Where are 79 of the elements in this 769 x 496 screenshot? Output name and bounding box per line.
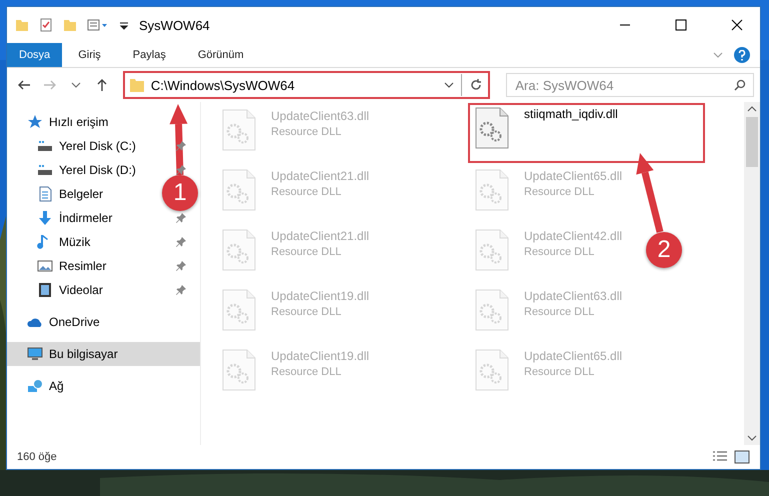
file-gear-icon [474,169,510,211]
file-name: UpdateClient21.dll [271,169,370,183]
file-type: Resource DLL [524,306,596,318]
scroll-down-icon[interactable] [747,434,757,442]
ribbon-tab[interactable]: Dosya [7,43,62,67]
download-icon [37,210,53,226]
sidebar-item[interactable]: Hızlı erişim [7,110,200,134]
pin-icon [176,165,186,175]
file-gear-icon [221,289,257,331]
pin-icon [176,237,186,247]
file-name: UpdateClient42.dll [524,229,622,243]
file-type: Resource DLL [271,126,342,138]
videos-icon [37,282,53,298]
file-gear-icon [474,349,510,391]
file-gear-icon [221,229,257,271]
pictures-icon [37,258,53,274]
sidebar-item[interactable]: Videolar [7,278,200,302]
file-gear-icon [474,289,510,331]
item-count: 160 öğe [17,451,57,463]
scroll-thumb[interactable] [746,117,758,167]
star-icon [27,114,43,130]
file-type: Resource DLL [524,186,596,198]
file-gear-icon [221,109,257,151]
scrollbar[interactable] [744,102,760,445]
chevron-icon [70,81,81,89]
search-icon [734,79,746,91]
drive-icon [37,162,53,178]
back-arrow-icon [16,79,31,91]
large-icons-view-icon[interactable] [734,450,750,464]
address-bar[interactable]: C:\Windows\SysWOW64 [122,71,490,99]
properties-icon[interactable] [87,18,109,32]
file-name: UpdateClient65.dll [524,169,622,183]
sidebar-item[interactable]: OneDrive [7,310,200,334]
file-name: stiiqmath_iqdiv.dll [524,107,618,121]
computer-icon [27,346,43,362]
up-arrow-icon [96,78,108,92]
file-type: Resource DLL [271,366,342,378]
sidebar-item[interactable]: Resimler [7,254,200,278]
pin-icon [176,285,186,295]
forward-arrow-icon [42,79,57,91]
maximize-icon [675,19,687,31]
sidebar-item[interactable]: Bu bilgisayar [7,342,200,366]
file-name: UpdateClient19.dll [271,349,370,363]
window-title: SysWOW64 [139,18,211,32]
file-type: Resource DLL [524,246,596,258]
scroll-up-icon[interactable] [747,105,757,113]
file-type: Resource DLL [271,306,342,318]
file-name: UpdateClient63.dll [524,289,622,303]
address-path: C:\Windows\SysWOW64 [150,78,296,92]
pin-icon [176,141,186,151]
pin-icon [176,213,186,223]
file-name: UpdateClient21.dll [271,229,370,243]
sidebar-item[interactable]: Yerel Disk (C:) [7,134,200,158]
network-icon [27,378,43,394]
file-name: UpdateClient19.dll [271,289,370,303]
help-button[interactable] [734,47,750,63]
file-item[interactable]: stiiqmath_iqdiv.dll [470,105,703,161]
sidebar-item[interactable]: Müzik [7,230,200,254]
file-type: Resource DLL [524,366,596,378]
sidebar-item[interactable]: Ağ [7,374,200,398]
file-gear-icon [474,107,510,149]
file-gear-icon [221,349,257,391]
ribbon-tab[interactable]: Paylaş [116,43,182,67]
file-name: UpdateClient63.dll [271,109,370,123]
file-name: UpdateClient65.dll [524,349,622,363]
file-type: Resource DLL [271,246,342,258]
pin-icon [176,261,186,271]
close-icon [731,19,743,31]
file-type: Resource DLL [271,186,342,198]
ribbon-tab[interactable]: Görünüm [182,43,260,67]
ribbon-tab[interactable]: Giriş [62,43,117,67]
search-field[interactable]: Ara: SysWOW64 [506,73,754,97]
drive-icon [37,138,53,154]
checklist-icon[interactable] [39,18,53,32]
file-gear-icon [221,169,257,211]
question-mark-icon [738,50,746,60]
documents-icon [37,186,53,202]
folder-icon [128,77,145,93]
file-gear-icon [474,229,510,271]
